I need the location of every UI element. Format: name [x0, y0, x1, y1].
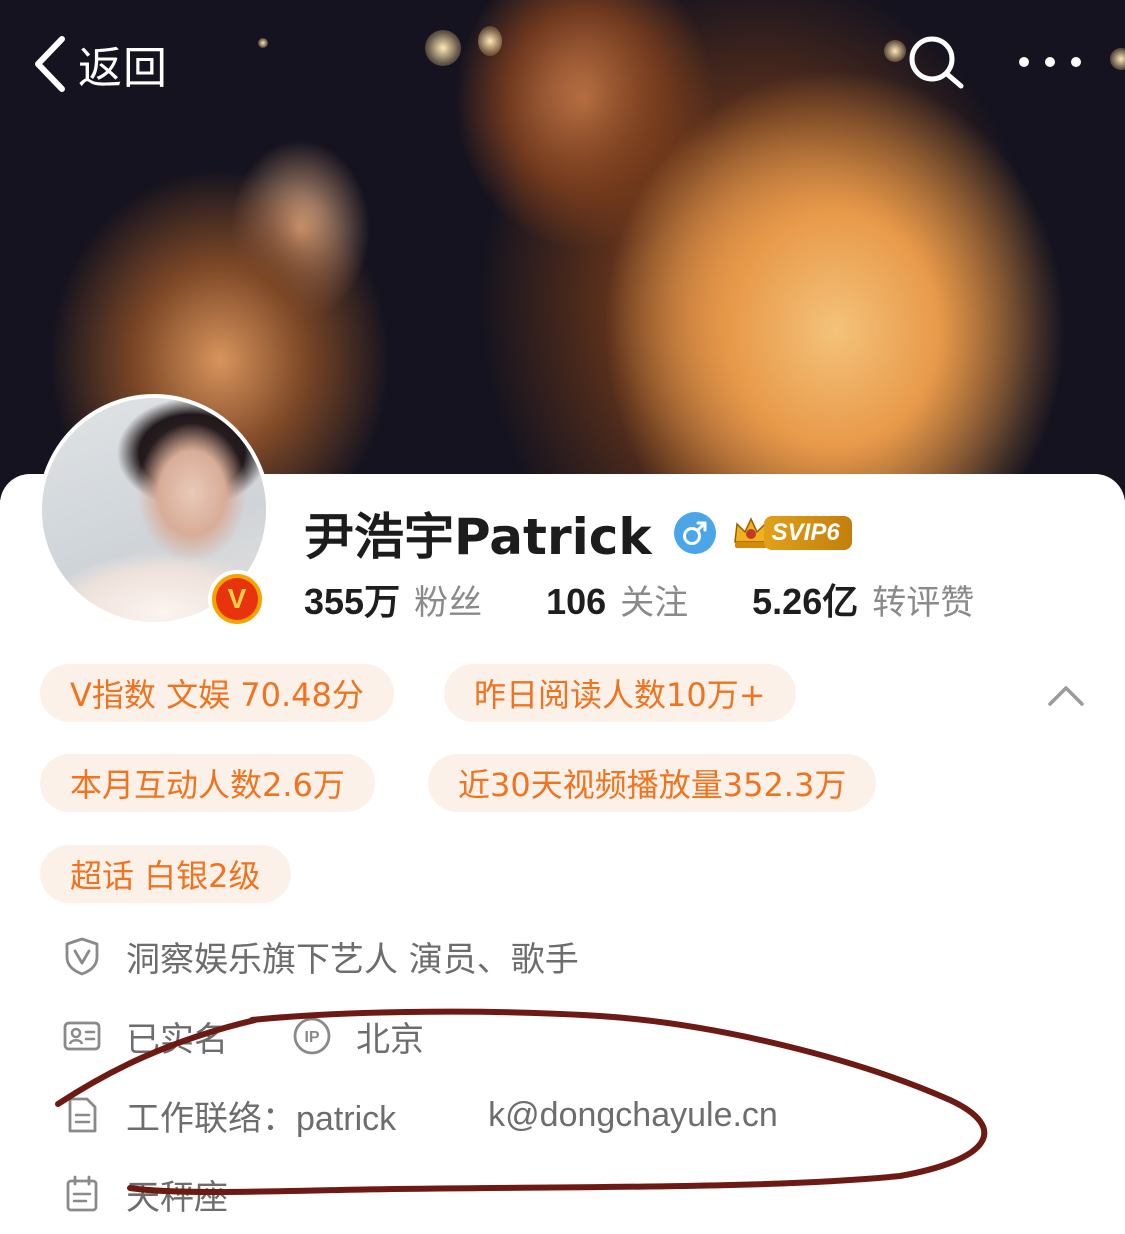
following-stat[interactable]: 106 关注	[546, 575, 688, 624]
ip-location-text: 北京	[356, 1019, 424, 1060]
stat-value: 355万	[304, 581, 401, 622]
agency-text: 洞察娱乐旗下艺人 演员、歌手	[126, 939, 579, 980]
stat-value: 106	[546, 580, 607, 622]
search-button[interactable]	[905, 32, 971, 92]
name-row: 尹浩宇Patrick SVIP6	[304, 500, 852, 566]
stat-label: 粉丝	[414, 583, 483, 623]
real-name-text: 已实名	[126, 1019, 228, 1060]
back-label: 返回	[78, 43, 168, 94]
super-topic-pill[interactable]: 超话 白银2级	[40, 845, 291, 903]
verified-badge: V	[208, 570, 266, 628]
zodiac-row: 天秤座	[62, 1166, 228, 1222]
more-dots-icon	[1019, 57, 1081, 67]
svip-label: SVIP6	[763, 516, 852, 550]
search-icon	[909, 36, 964, 89]
reposts-comments-likes-stat[interactable]: 5.26亿 转评赞	[752, 573, 974, 625]
more-options-button[interactable]	[1014, 40, 1086, 84]
chevron-left-icon	[35, 36, 65, 92]
document-icon	[68, 1097, 97, 1133]
stat-value: 5.26亿	[752, 581, 859, 622]
video-plays-pill[interactable]: 近30天视频播放量352.3万	[428, 754, 877, 812]
stat-label: 转评赞	[872, 583, 975, 623]
yesterday-readers-pill[interactable]: 昨日阅读人数10万+	[444, 664, 796, 722]
monthly-interactions-pill[interactable]: 本月互动人数2.6万	[40, 754, 375, 812]
agency-row: 洞察娱乐旗下艺人 演员、歌手	[62, 928, 579, 984]
identity-row: 已实名 IP 北京	[62, 1008, 424, 1064]
followers-stat[interactable]: 355万 粉丝	[304, 573, 482, 625]
id-card-icon	[63, 1021, 101, 1051]
chevron-up-icon	[1048, 686, 1084, 706]
shield-v-icon	[65, 937, 99, 976]
work-contact-text: 工作联络：patrick	[126, 1099, 397, 1138]
work-contact-domain: k@dongchayule.cn	[488, 1095, 778, 1134]
svg-text:IP: IP	[304, 1029, 319, 1046]
stat-label: 关注	[620, 582, 689, 623]
v-index-pill[interactable]: V指数 文娱 70.48分	[40, 664, 394, 722]
back-button[interactable]: 返回	[32, 34, 168, 94]
collapse-button[interactable]	[1046, 678, 1086, 712]
verified-v-icon: V	[216, 578, 258, 620]
stats-row: 355万 粉丝 106 关注 5.26亿 转评赞	[304, 574, 974, 624]
work-contact-row[interactable]: 工作联络：patrick k@dongchayule.cn	[62, 1087, 778, 1143]
top-nav-bar: 返回	[0, 0, 1125, 130]
calendar-icon	[66, 1175, 98, 1212]
svip-badge[interactable]: SVIP6	[732, 510, 852, 556]
male-gender-icon	[673, 512, 716, 554]
zodiac-text: 天秤座	[126, 1177, 228, 1218]
ip-location-icon: IP	[293, 1017, 331, 1055]
profile-name: 尹浩宇Patrick	[304, 508, 652, 566]
